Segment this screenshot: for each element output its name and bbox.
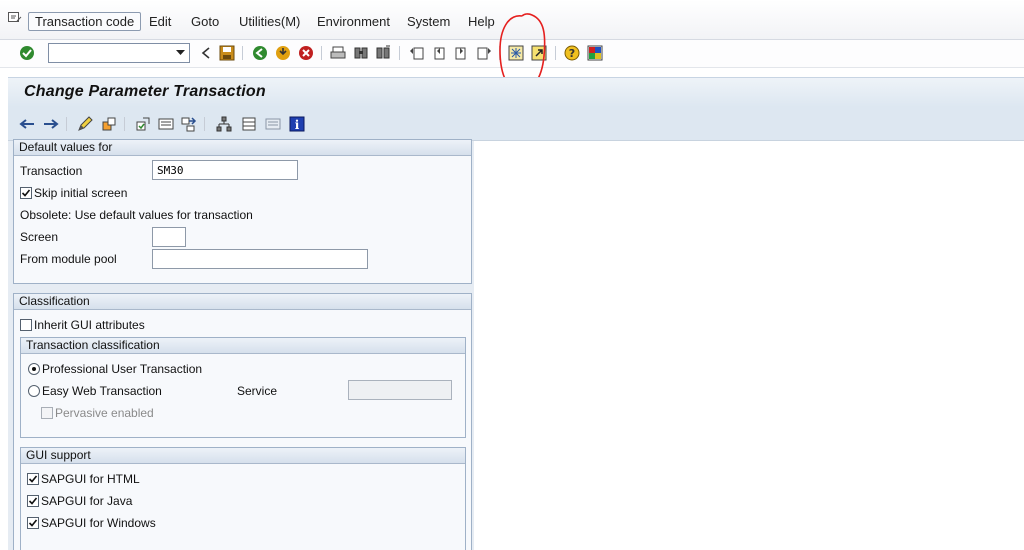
pervasive-label: Pervasive enabled [55, 406, 154, 420]
svg-text:i: i [295, 118, 300, 132]
find-icon[interactable] [352, 44, 370, 62]
module-pool-label: From module pool [20, 252, 117, 266]
find-next-icon[interactable] [374, 44, 392, 62]
svg-text:?: ? [569, 47, 575, 60]
create-session-icon[interactable] [507, 44, 525, 62]
obsolete-text: Obsolete: Use default values for transac… [20, 208, 253, 222]
first-page-icon[interactable] [408, 44, 426, 62]
title-bar: Change Parameter Transaction [8, 77, 1024, 107]
exit-icon[interactable] [274, 44, 292, 62]
help-icon[interactable]: ? [563, 44, 581, 62]
transaction-classification-group: Transaction classification Professional … [20, 337, 466, 438]
screen-label: Screen [20, 230, 59, 244]
back-green-icon[interactable] [251, 44, 269, 62]
info-icon[interactable]: i [288, 115, 306, 133]
service-label: Service [237, 384, 278, 398]
save-icon[interactable] [218, 44, 236, 62]
layout-menu-icon[interactable] [586, 44, 604, 62]
next-page-icon[interactable] [452, 44, 470, 62]
print-icon[interactable] [329, 44, 347, 62]
inherit-gui-label: Inherit GUI attributes [34, 318, 145, 332]
menu-edit[interactable]: Edit [149, 14, 171, 29]
where-used-icon[interactable] [180, 115, 198, 133]
default-values-header: Default values for [14, 140, 471, 156]
page-title: Change Parameter Transaction [24, 83, 266, 100]
sapgui-windows-label: SAPGUI for Windows [41, 516, 156, 530]
inherit-gui-checkbox[interactable] [20, 319, 32, 331]
easy-web-label: Easy Web Transaction [42, 384, 162, 398]
transaction-value: SM30 [157, 164, 184, 177]
menu-goto[interactable]: Goto [191, 14, 219, 29]
list-icon[interactable] [264, 115, 282, 133]
package-icon[interactable] [240, 115, 258, 133]
hierarchy-icon[interactable] [215, 115, 233, 133]
pervasive-checkbox [41, 407, 53, 419]
professional-radio[interactable] [28, 363, 40, 375]
menu-bar: Transaction code Edit Goto Utilities(M) … [0, 0, 1024, 40]
other-object-icon[interactable] [100, 115, 118, 133]
previous-page-icon[interactable] [430, 44, 448, 62]
skip-initial-screen-label: Skip initial screen [34, 186, 128, 200]
gui-support-group: GUI support SAPGUI for HTML SAPGUI for J… [20, 447, 466, 550]
gui-support-header: GUI support [21, 448, 465, 464]
back-arrow-icon[interactable] [197, 44, 215, 62]
next-object-icon[interactable] [42, 115, 60, 133]
cancel-icon[interactable] [297, 44, 315, 62]
transaction-label: Transaction [20, 164, 83, 178]
transaction-classification-header: Transaction classification [21, 338, 465, 354]
display-change-icon[interactable] [76, 115, 94, 133]
sapgui-java-label: SAPGUI for Java [41, 494, 133, 508]
activate-icon[interactable] [157, 115, 175, 133]
application-toolbar: i [8, 107, 1024, 141]
system-menu-icon[interactable] [8, 12, 22, 24]
classification-group: Classification Inherit GUI attributes Tr… [13, 293, 472, 550]
sapgui-windows-checkbox[interactable] [27, 517, 39, 529]
module-pool-field[interactable] [152, 249, 368, 269]
sapgui-html-label: SAPGUI for HTML [41, 472, 140, 486]
chevron-down-icon[interactable] [173, 45, 187, 61]
menu-utilities[interactable]: Utilities(M) [239, 14, 300, 29]
command-field[interactable] [48, 43, 190, 63]
default-values-group: Default values for Transaction SM30 Skip… [13, 139, 472, 284]
menu-environment[interactable]: Environment [317, 14, 390, 29]
sapgui-java-checkbox[interactable] [27, 495, 39, 507]
shortcut-icon[interactable] [530, 44, 548, 62]
classification-header: Classification [14, 294, 471, 310]
easy-web-radio[interactable] [28, 385, 40, 397]
service-field [348, 380, 452, 400]
standard-toolbar: ? [0, 40, 1024, 68]
previous-object-icon[interactable] [18, 115, 36, 133]
enter-icon[interactable] [18, 44, 36, 62]
menu-transaction-code[interactable]: Transaction code [28, 12, 142, 31]
command-input[interactable] [49, 44, 171, 62]
menu-system[interactable]: System [407, 14, 450, 29]
professional-label: Professional User Transaction [42, 362, 203, 376]
screen-field[interactable] [152, 227, 186, 247]
last-page-icon[interactable] [475, 44, 493, 62]
sapgui-html-checkbox[interactable] [27, 473, 39, 485]
skip-initial-screen-checkbox[interactable] [20, 187, 32, 199]
transaction-field[interactable]: SM30 [152, 160, 298, 180]
check-object-icon[interactable] [134, 115, 152, 133]
menu-help[interactable]: Help [468, 14, 495, 29]
